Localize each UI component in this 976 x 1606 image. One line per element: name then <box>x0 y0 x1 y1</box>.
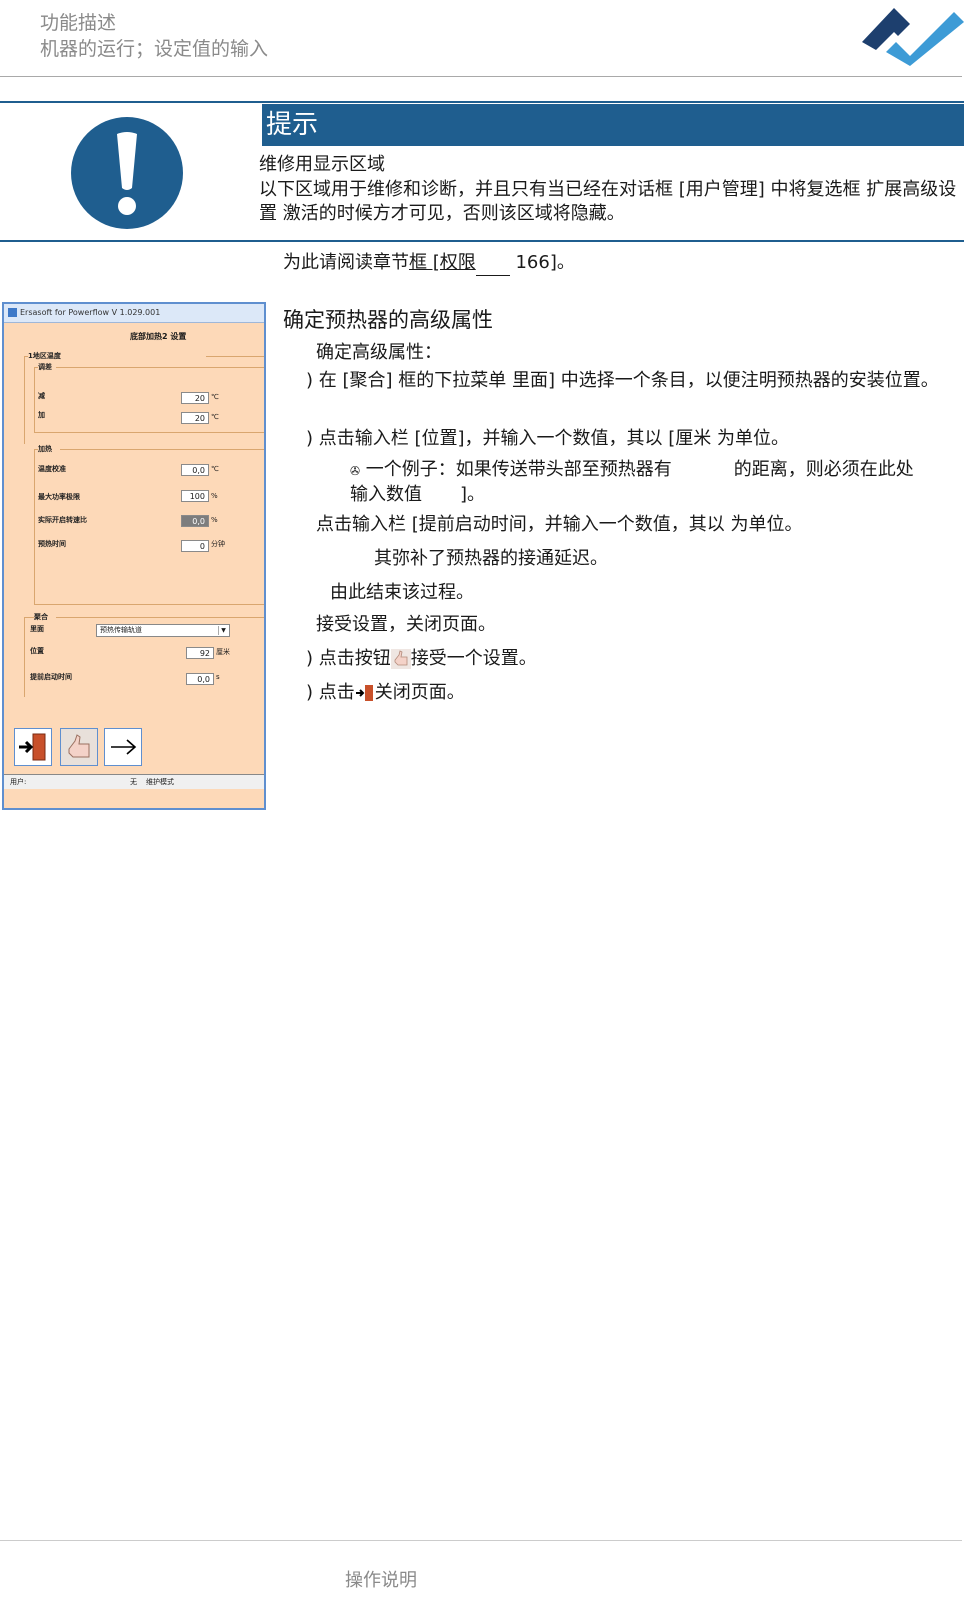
note-top-rule <box>0 101 964 103</box>
accept-step-1: ) 点击按钮 接受一个设置。 <box>306 646 537 671</box>
header-divider <box>0 76 962 77</box>
chapter-reference: 为此请阅读章节框 [权限 166]。 <box>283 250 575 276</box>
example-line: ✇ 一个例子：如果传送带头部至预热器有 的距离，则必须在此处 <box>350 457 914 484</box>
unit-cm: 厘米 <box>216 648 230 656</box>
group-frame <box>24 356 25 444</box>
note-bottom-rule <box>0 240 964 242</box>
unit-celsius: ℃ <box>211 413 219 421</box>
example-part-c: 输入数值 <box>350 484 422 505</box>
status-user-value: 无 <box>130 778 137 786</box>
exit-button[interactable] <box>14 728 52 766</box>
section-title: 确定预热器的高级属性 <box>283 308 493 332</box>
step-position: ) 点击输入栏 [位置]，并输入一个数值，其以 [厘米 为单位。 <box>306 428 789 449</box>
group-frame <box>34 449 35 604</box>
software-screenshot: Ersasoft for Powerflow V 1.029.001 底部加热2… <box>2 302 266 810</box>
next-button[interactable] <box>104 728 142 766</box>
reference-prefix: 为此请阅读章节 <box>283 252 409 273</box>
window-heading: 底部加热2 设置 <box>130 332 187 341</box>
label-plus: 加 <box>38 411 45 419</box>
window-titlebar: Ersasoft for Powerflow V 1.029.001 <box>4 304 264 323</box>
unit-celsius: ℃ <box>211 393 219 401</box>
label-minus: 减 <box>38 392 45 400</box>
step-aggregate: ) 在 [聚合] 框的下拉菜单 里面] 中选择一个条目，以便注明预热器的安装位置… <box>306 370 939 391</box>
label-preheat-time: 预热时间 <box>38 540 66 548</box>
unit-percent: % <box>211 492 218 500</box>
accept-step-1-b: 接受一个设置。 <box>410 648 537 669</box>
label-actual-duty: 实际开启转速比 <box>38 516 87 524</box>
unit-seconds: s <box>216 673 220 681</box>
note-label: 提示 <box>266 110 319 140</box>
group-frame <box>24 617 25 697</box>
accept-button[interactable] <box>60 728 98 766</box>
group-frame <box>56 617 264 618</box>
note-heading: 维修用显示区域 <box>259 154 385 175</box>
group-aggregate: 聚合 <box>34 613 48 621</box>
group-frame <box>24 617 34 618</box>
group-frame <box>56 367 264 368</box>
temp-calibration-field[interactable]: 0,0 <box>181 464 209 476</box>
group-frame <box>60 449 264 450</box>
reference-suffix: 166]。 <box>515 252 575 273</box>
thumbs-up-icon <box>68 734 90 758</box>
label-temp-calibration: 温度校准 <box>38 465 66 473</box>
procedure-end: 由此结束该过程。 <box>330 582 474 603</box>
exit-door-icon <box>355 685 373 701</box>
window-title: Ersasoft for Powerflow V 1.029.001 <box>20 308 161 317</box>
example-part-b: 的距离，则必须在此处 <box>733 459 914 480</box>
group-frame <box>34 367 35 432</box>
accept-title: 接受设置，关闭页面。 <box>316 614 496 635</box>
group-frame <box>206 356 264 357</box>
position-field[interactable]: 92 <box>186 647 214 659</box>
actual-duty-readout: 0,0 <box>181 515 209 527</box>
accept-step-2-a: ) 点击 <box>306 682 355 703</box>
unit-celsius: ℃ <box>211 465 219 473</box>
group-frame <box>34 432 264 433</box>
label-lead-time: 提前启动时间 <box>30 673 72 681</box>
header-subtitle: 机器的运行；设定值的输入 <box>40 38 269 60</box>
app-icon <box>8 308 17 317</box>
exclamation-icon <box>71 117 183 229</box>
label-max-power: 最大功率极限 <box>38 493 80 501</box>
group-heating: 加热 <box>38 445 52 453</box>
reference-link[interactable]: 框 [权限 <box>409 252 476 273</box>
example-part-a: 一个例子：如果传送带头部至预热器有 <box>365 459 672 480</box>
section-intro: 确定高级属性： <box>316 342 442 363</box>
group-frame <box>34 604 264 605</box>
reference-link-gap <box>475 257 510 276</box>
chevron-down-icon[interactable]: ▼ <box>218 626 228 635</box>
status-user-label: 用户: <box>10 778 27 786</box>
accept-step-2-b: 关闭页面。 <box>374 682 465 703</box>
label-inside: 里面 <box>30 625 44 633</box>
footer-text: 操作说明 <box>345 1570 417 1591</box>
window-statusbar: 用户: 无 维护模式 <box>4 774 264 789</box>
note-body: 以下区域用于维修和诊断，并且只有当已经在对话框 [用户管理] 中将复选框 扩展高… <box>259 179 957 224</box>
hand-pointer-icon: ✇ <box>350 464 361 478</box>
inside-dropdown[interactable]: 预热传输轨道 ▼ <box>96 624 230 637</box>
step-lead-time-note: 其弥补了预热器的接通延迟。 <box>374 548 608 569</box>
group-zone-temp: 1地区温度 <box>28 352 61 360</box>
arrow-right-icon <box>111 739 137 755</box>
accept-step-1-a: ) 点击按钮 <box>306 648 391 669</box>
plus-offset-field[interactable]: 20 <box>181 412 209 424</box>
exit-door-icon <box>19 733 46 761</box>
label-position: 位置 <box>30 647 44 655</box>
preheat-time-field[interactable]: 0 <box>181 540 209 552</box>
inside-dropdown-value: 预热传输轨道 <box>100 626 142 634</box>
company-logo <box>862 8 964 66</box>
group-offset: 调差 <box>38 363 52 371</box>
minus-offset-field[interactable]: 20 <box>181 392 209 404</box>
unit-minutes: 分钟 <box>211 540 225 548</box>
thumbs-up-icon <box>390 649 411 669</box>
lead-time-field[interactable]: 0,0 <box>186 673 214 685</box>
example-part-d: ]。 <box>460 484 486 505</box>
header-title: 功能描述 <box>40 12 117 34</box>
unit-percent: % <box>211 516 218 524</box>
note-label-bar <box>262 104 964 146</box>
example-line-2: 输入数值 ]。 <box>350 482 485 507</box>
max-power-field[interactable]: 100 <box>181 490 209 502</box>
accept-step-2: ) 点击 关闭页面。 <box>306 680 465 705</box>
footer-divider <box>0 1540 962 1541</box>
status-mode: 维护模式 <box>146 778 174 786</box>
step-lead-time: 点击输入栏 [提前启动时间，并输入一个数值，其以 为单位。 <box>316 514 803 535</box>
